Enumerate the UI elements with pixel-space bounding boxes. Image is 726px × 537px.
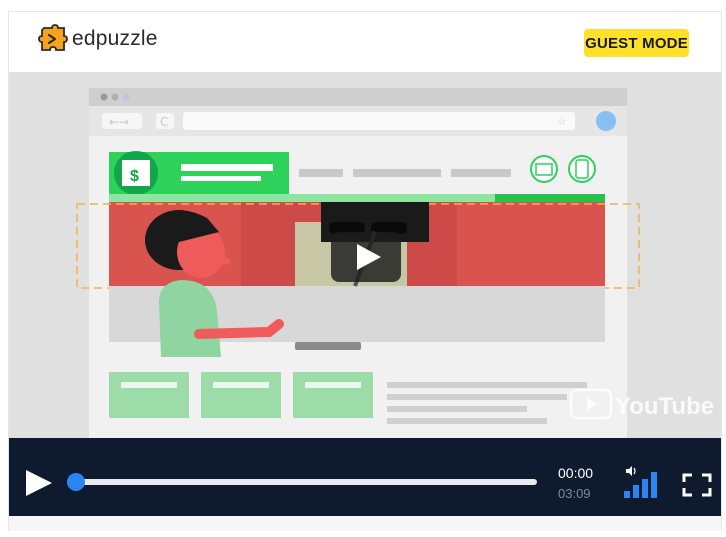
puzzle-logo-icon: [38, 24, 68, 51]
video-illustration: ←→ C ☆ $ YouTube: [76, 88, 714, 438]
volume-icon[interactable]: [622, 465, 667, 501]
svg-text:$: $: [130, 168, 139, 185]
play-icon[interactable]: [24, 468, 54, 498]
svg-text:←→: ←→: [109, 115, 129, 129]
svg-text:☆: ☆: [557, 115, 567, 128]
progress-scrubber[interactable]: [67, 473, 85, 491]
youtube-watermark: YouTube: [615, 393, 714, 420]
fullscreen-icon[interactable]: [682, 473, 712, 497]
logo-text: edpuzzle: [72, 27, 158, 50]
edpuzzle-logo: edpuzzle: [38, 24, 158, 54]
player-controls: [9, 438, 721, 516]
svg-text:C: C: [160, 115, 168, 129]
progress-track[interactable]: [67, 479, 537, 485]
player-footer: [9, 516, 721, 531]
video-frame[interactable]: ←→ C ☆ $ YouTube: [9, 72, 721, 438]
browser-titlebar: [89, 88, 627, 106]
guest-mode-badge: GUEST MODE: [584, 29, 689, 57]
duration-time: 03:09: [558, 486, 591, 501]
current-time: 00:00: [558, 465, 594, 481]
